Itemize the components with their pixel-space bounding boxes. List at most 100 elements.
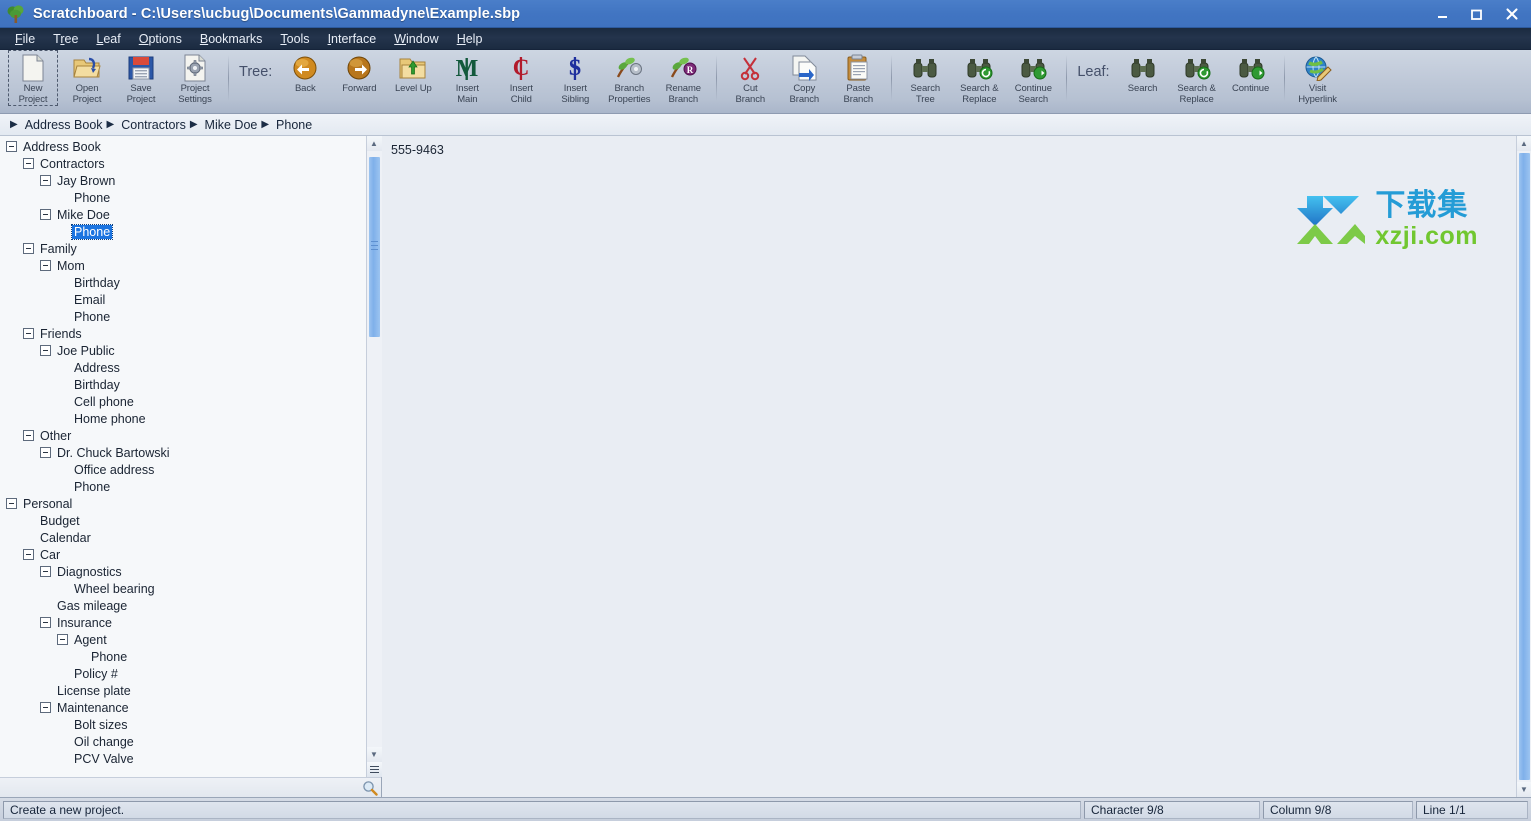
toolbar-open-project[interactable]: Open Project <box>60 50 114 108</box>
chevron-down-icon[interactable]: ▼ <box>366 747 382 762</box>
scroll-thumb[interactable] <box>368 157 380 337</box>
tree-collapse-icon[interactable] <box>40 260 51 271</box>
tree-node[interactable]: Home phone <box>0 410 366 427</box>
toolbar-search-tree[interactable]: Search Tree <box>898 50 952 108</box>
scroll-track[interactable] <box>1516 151 1531 782</box>
tree-node[interactable]: Phone <box>0 648 366 665</box>
menu-help[interactable]: Help <box>448 30 492 48</box>
tree-collapse-icon[interactable] <box>6 141 17 152</box>
tree-node[interactable]: Diagnostics <box>0 563 366 580</box>
tree-node[interactable]: Wheel bearing <box>0 580 366 597</box>
chevron-down-icon[interactable]: ▼ <box>1516 782 1531 797</box>
tree-node[interactable]: Bolt sizes <box>0 716 366 733</box>
breadcrumb-item-2[interactable]: Mike Doe <box>205 118 258 132</box>
menu-file[interactable]: File <box>6 30 44 48</box>
tree-collapse-icon[interactable] <box>23 430 34 441</box>
toolbar-insert-child[interactable]: C Insert Child <box>494 50 548 108</box>
tree-node[interactable]: Budget <box>0 512 366 529</box>
tree-collapse-icon[interactable] <box>40 447 51 458</box>
editor-vertical-scrollbar[interactable]: ▲ ▼ <box>1516 136 1531 797</box>
toolbar-save-project[interactable]: Save Project <box>114 50 168 108</box>
tree-node[interactable]: Jay Brown <box>0 172 366 189</box>
tree-node[interactable]: Maintenance <box>0 699 366 716</box>
tree-node[interactable]: Family <box>0 240 366 257</box>
menu-window[interactable]: Window <box>385 30 447 48</box>
menu-leaf[interactable]: Leaf <box>87 30 129 48</box>
toolbar-leaf-search-replace[interactable]: Search & Replace <box>1170 50 1224 108</box>
tree-node[interactable]: Insurance <box>0 614 366 631</box>
tree-collapse-icon[interactable] <box>40 345 51 356</box>
toolbar-cut-branch[interactable]: Cut Branch <box>723 50 777 108</box>
toolbar-insert-sibling[interactable]: S Insert Sibling <box>548 50 602 108</box>
tree-collapse-icon[interactable] <box>40 702 51 713</box>
close-icon[interactable] <box>1493 0 1531 28</box>
menu-bookmarks[interactable]: Bookmarks <box>191 30 272 48</box>
tree-collapse-icon[interactable] <box>40 175 51 186</box>
tree-node[interactable]: Birthday <box>0 274 366 291</box>
menu-options[interactable]: Options <box>130 30 191 48</box>
tree-node[interactable]: Mike Doe <box>0 206 366 223</box>
toolbar-search-replace-tree[interactable]: Search & Replace <box>952 50 1006 108</box>
tree-node[interactable]: Joe Public <box>0 342 366 359</box>
tree-collapse-icon[interactable] <box>57 634 68 645</box>
scroll-menu-icon[interactable] <box>366 762 382 777</box>
maximize-icon[interactable] <box>1459 0 1493 28</box>
toolbar-leaf-continue[interactable]: Continue <box>1224 50 1278 108</box>
toolbar-tree-back[interactable]: Back <box>278 50 332 108</box>
tree-node[interactable]: Friends <box>0 325 366 342</box>
tree-view[interactable]: Address Book Contractors Jay Brown Phone Mik… <box>0 136 366 777</box>
tree-node[interactable]: Office address <box>0 461 366 478</box>
tree-node[interactable]: Other <box>0 427 366 444</box>
tree-vertical-scrollbar[interactable]: ▲ ▼ <box>366 136 382 777</box>
chevron-up-icon[interactable]: ▲ <box>1516 136 1531 151</box>
toolbar-level-up[interactable]: Level Up <box>386 50 440 108</box>
tree-horizontal-scrollbar[interactable] <box>0 777 381 797</box>
tree-collapse-icon[interactable] <box>23 328 34 339</box>
toolbar-project-settings[interactable]: Project Settings <box>168 50 222 108</box>
tree-node[interactable]: Mom <box>0 257 366 274</box>
tree-node[interactable]: Policy # <box>0 665 366 682</box>
toolbar-copy-branch[interactable]: Copy Branch <box>777 50 831 108</box>
toolbar-tree-forward[interactable]: Forward <box>332 50 386 108</box>
scroll-track[interactable] <box>366 151 382 747</box>
tree-collapse-icon[interactable] <box>23 549 34 560</box>
tree-node[interactable]: Email <box>0 291 366 308</box>
tree-node[interactable]: Phone <box>0 308 366 325</box>
toolbar-visit-hyperlink[interactable]: Visit Hyperlink <box>1291 50 1345 108</box>
toolbar-new-project[interactable]: New Project <box>6 50 60 108</box>
tree-node[interactable]: Gas mileage <box>0 597 366 614</box>
tree-node[interactable]: Personal <box>0 495 366 512</box>
breadcrumb-item-1[interactable]: Contractors <box>121 118 186 132</box>
tree-collapse-icon[interactable] <box>40 566 51 577</box>
tree-collapse-icon[interactable] <box>40 617 51 628</box>
tree-node[interactable]: Cell phone <box>0 393 366 410</box>
magnifier-icon[interactable] <box>362 780 378 796</box>
tree-collapse-icon[interactable] <box>40 209 51 220</box>
tree-node[interactable]: PCV Valve <box>0 750 366 767</box>
menu-interface[interactable]: Interface <box>319 30 386 48</box>
tree-node[interactable]: Calendar <box>0 529 366 546</box>
breadcrumb-item-0[interactable]: Address Book <box>25 118 103 132</box>
scroll-thumb[interactable] <box>1518 153 1530 780</box>
toolbar-branch-properties[interactable]: Branch Properties <box>602 50 656 108</box>
leaf-text-editor[interactable]: 555-9463 下载集 xzji.com <box>382 136 1516 797</box>
toolbar-leaf-search[interactable]: Search <box>1116 50 1170 108</box>
tree-collapse-icon[interactable] <box>6 498 17 509</box>
tree-node[interactable]: Agent <box>0 631 366 648</box>
tree-collapse-icon[interactable] <box>23 243 34 254</box>
tree-node[interactable]: Birthday <box>0 376 366 393</box>
toolbar-paste-branch[interactable]: Paste Branch <box>831 50 885 108</box>
chevron-up-icon[interactable]: ▲ <box>366 136 382 151</box>
toolbar-insert-main[interactable]: M Insert Main <box>440 50 494 108</box>
tree-node[interactable]: Dr. Chuck Bartowski <box>0 444 366 461</box>
breadcrumb-item-3[interactable]: Phone <box>276 118 312 132</box>
tree-node[interactable]: License plate <box>0 682 366 699</box>
tree-node[interactable]: Phone <box>0 189 366 206</box>
tree-node[interactable]: Car <box>0 546 366 563</box>
tree-node[interactable]: Phone <box>0 223 366 240</box>
tree-node[interactable]: Contractors <box>0 155 366 172</box>
minimize-icon[interactable] <box>1425 0 1459 28</box>
tree-node[interactable]: Address Book <box>0 138 366 155</box>
tree-collapse-icon[interactable] <box>23 158 34 169</box>
menu-tree[interactable]: Tree <box>44 30 87 48</box>
